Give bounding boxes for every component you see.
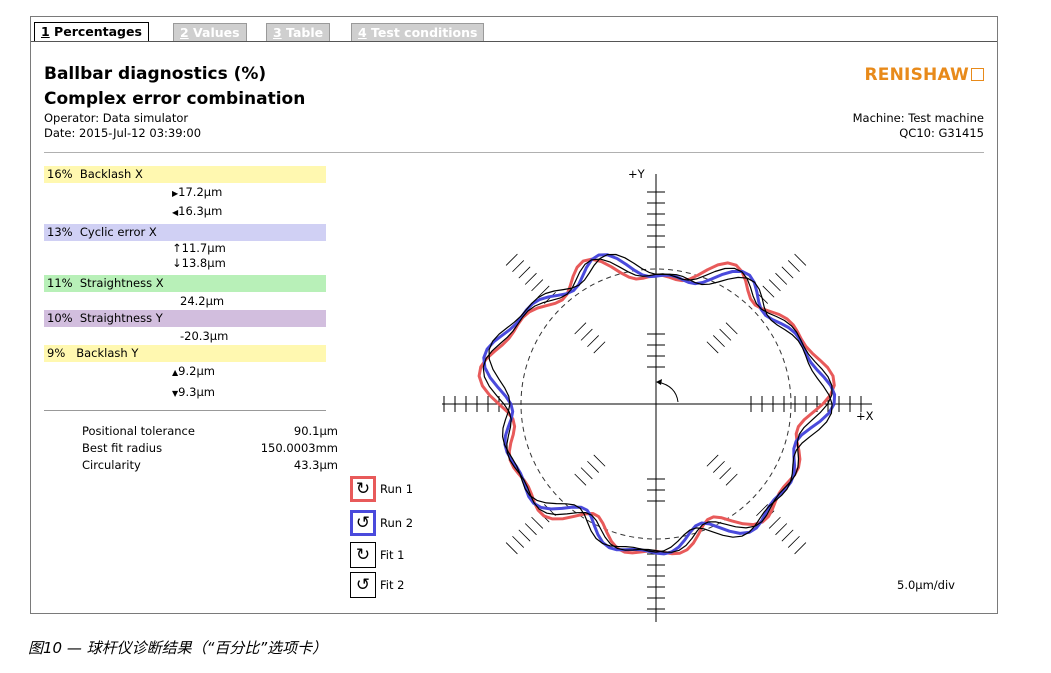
diag-value: ▲9.2µm	[172, 364, 215, 378]
legend-run-1[interactable]: ↻ Run 1	[350, 475, 413, 503]
diagonal-tick	[580, 467, 593, 480]
diagonal-tick	[593, 454, 606, 467]
report-window: 1 Percentages 2 Values 3 Table 4 Test co…	[30, 16, 998, 622]
diagonal-tick	[706, 454, 719, 467]
diagonal-tick	[725, 473, 738, 486]
diagonal-tick	[574, 322, 587, 335]
diagonal-tick	[794, 542, 807, 555]
diag-value: ▶17.2µm	[172, 185, 223, 199]
diag-value: ↑11.7µm	[172, 241, 226, 255]
diag-value: ◀16.3µm	[172, 204, 223, 218]
diagonal-tick	[518, 266, 531, 279]
diagonal-tick	[719, 328, 732, 341]
diagonal-tick	[794, 253, 807, 266]
clockwise-icon: ↻	[350, 542, 376, 568]
diagonal-tick	[706, 341, 719, 354]
diagonal-tick	[512, 535, 525, 548]
diag-row-straightness-x[interactable]: 11% Straightness X	[44, 275, 326, 292]
diagonal-tick	[531, 516, 544, 529]
stats-divider	[44, 410, 326, 411]
diagonal-tick	[580, 328, 593, 341]
diagonal-tick	[587, 460, 600, 473]
diagonal-tick	[725, 322, 738, 335]
diag-value: ↓13.8µm	[172, 256, 226, 270]
stat-label: Best fit radius	[82, 441, 163, 455]
diagonal-tick	[768, 516, 781, 529]
tab-test-conditions[interactable]: 4 Test conditions	[351, 23, 485, 41]
clockwise-icon: ↻	[350, 476, 376, 502]
diagonal-tick	[781, 529, 794, 542]
arc-arrowhead-icon	[656, 379, 662, 385]
diag-row-backlash-x[interactable]: 16% Backlash X	[44, 166, 326, 183]
diagonal-tick	[505, 542, 518, 555]
diag-row-backlash-y[interactable]: 9% Backlash Y	[44, 345, 326, 362]
renishaw-logo: RENISHAW	[865, 65, 984, 85]
counterclockwise-icon: ↺	[350, 572, 376, 598]
diagonal-tick	[775, 523, 788, 536]
counterclockwise-icon: ↺	[350, 510, 376, 536]
diagonal-tick	[524, 272, 537, 285]
legend-run-2[interactable]: ↺ Run 2	[350, 509, 413, 537]
diagonal-tick	[574, 473, 587, 486]
diagonal-tick	[505, 253, 518, 266]
plus-x-label: +X	[856, 409, 874, 423]
diagonal-tick	[787, 260, 800, 273]
stat-value: 150.0003mm	[260, 441, 338, 455]
diag-value: ▼9.3µm	[172, 385, 215, 399]
diagonal-tick	[524, 523, 537, 536]
diagonal-tick	[593, 341, 606, 354]
percentages-panel: Ballbar diagnostics (%) Complex error co…	[32, 42, 996, 622]
diagonal-tick	[587, 335, 600, 348]
diag-value: -20.3µm	[180, 329, 229, 343]
diagonal-tick	[762, 285, 775, 298]
stat-label: Positional tolerance	[82, 424, 195, 438]
diag-value: 24.2µm	[180, 294, 225, 308]
diagonal-tick	[787, 535, 800, 548]
diagonal-tick	[781, 266, 794, 279]
figure-caption: 图10 — 球杆仪诊断结果（“百分比”选项卡）	[28, 639, 328, 657]
logo-mark-icon	[971, 68, 984, 81]
stat-label: Circularity	[82, 458, 141, 472]
plus-y-label: +Y	[628, 167, 646, 181]
tab-values[interactable]: 2 Values	[173, 23, 247, 41]
diagonal-tick	[768, 279, 781, 292]
diagonal-tick	[775, 272, 788, 285]
date-text: Date: 2015-Jul-12 03:39:00	[44, 126, 202, 140]
qc10-text: QC10: G31415	[899, 126, 984, 140]
legend-fit-1[interactable]: ↻ Fit 1	[350, 541, 404, 569]
scale-label: 5.0µm/div	[897, 578, 955, 592]
diagonal-tick	[712, 335, 725, 348]
diagonal-tick	[712, 460, 725, 473]
diagonal-tick	[531, 279, 544, 292]
up-arrow-icon: ↑	[172, 241, 182, 255]
diagonal-tick	[518, 529, 531, 542]
diagonal-tick	[719, 467, 732, 480]
legend-fit-2[interactable]: ↺ Fit 2	[350, 571, 404, 599]
ballbar-polar-plot: +Y +X	[442, 167, 874, 622]
machine-text: Machine: Test machine	[852, 111, 984, 125]
diagonal-tick	[537, 285, 550, 298]
down-arrow-icon: ↓	[172, 256, 182, 270]
report-title: Ballbar diagnostics (%)	[44, 64, 267, 84]
stat-value: 43.3µm	[293, 458, 338, 472]
header-divider	[44, 152, 984, 153]
tab-bar: 1 Percentages 2 Values 3 Table 4 Test co…	[31, 17, 997, 42]
tab-percentages[interactable]: 1 Percentages	[34, 22, 149, 42]
diagonal-tick	[512, 260, 525, 273]
operator-text: Operator: Data simulator	[44, 111, 189, 125]
stat-value: 90.1µm	[293, 424, 338, 438]
diag-row-straightness-y[interactable]: 10% Straightness Y	[44, 310, 326, 327]
tab-table[interactable]: 3 Table	[266, 23, 331, 41]
diag-row-cyclic-error-x[interactable]: 13% Cyclic error X	[44, 224, 326, 241]
report-subtitle: Complex error combination	[44, 89, 306, 109]
